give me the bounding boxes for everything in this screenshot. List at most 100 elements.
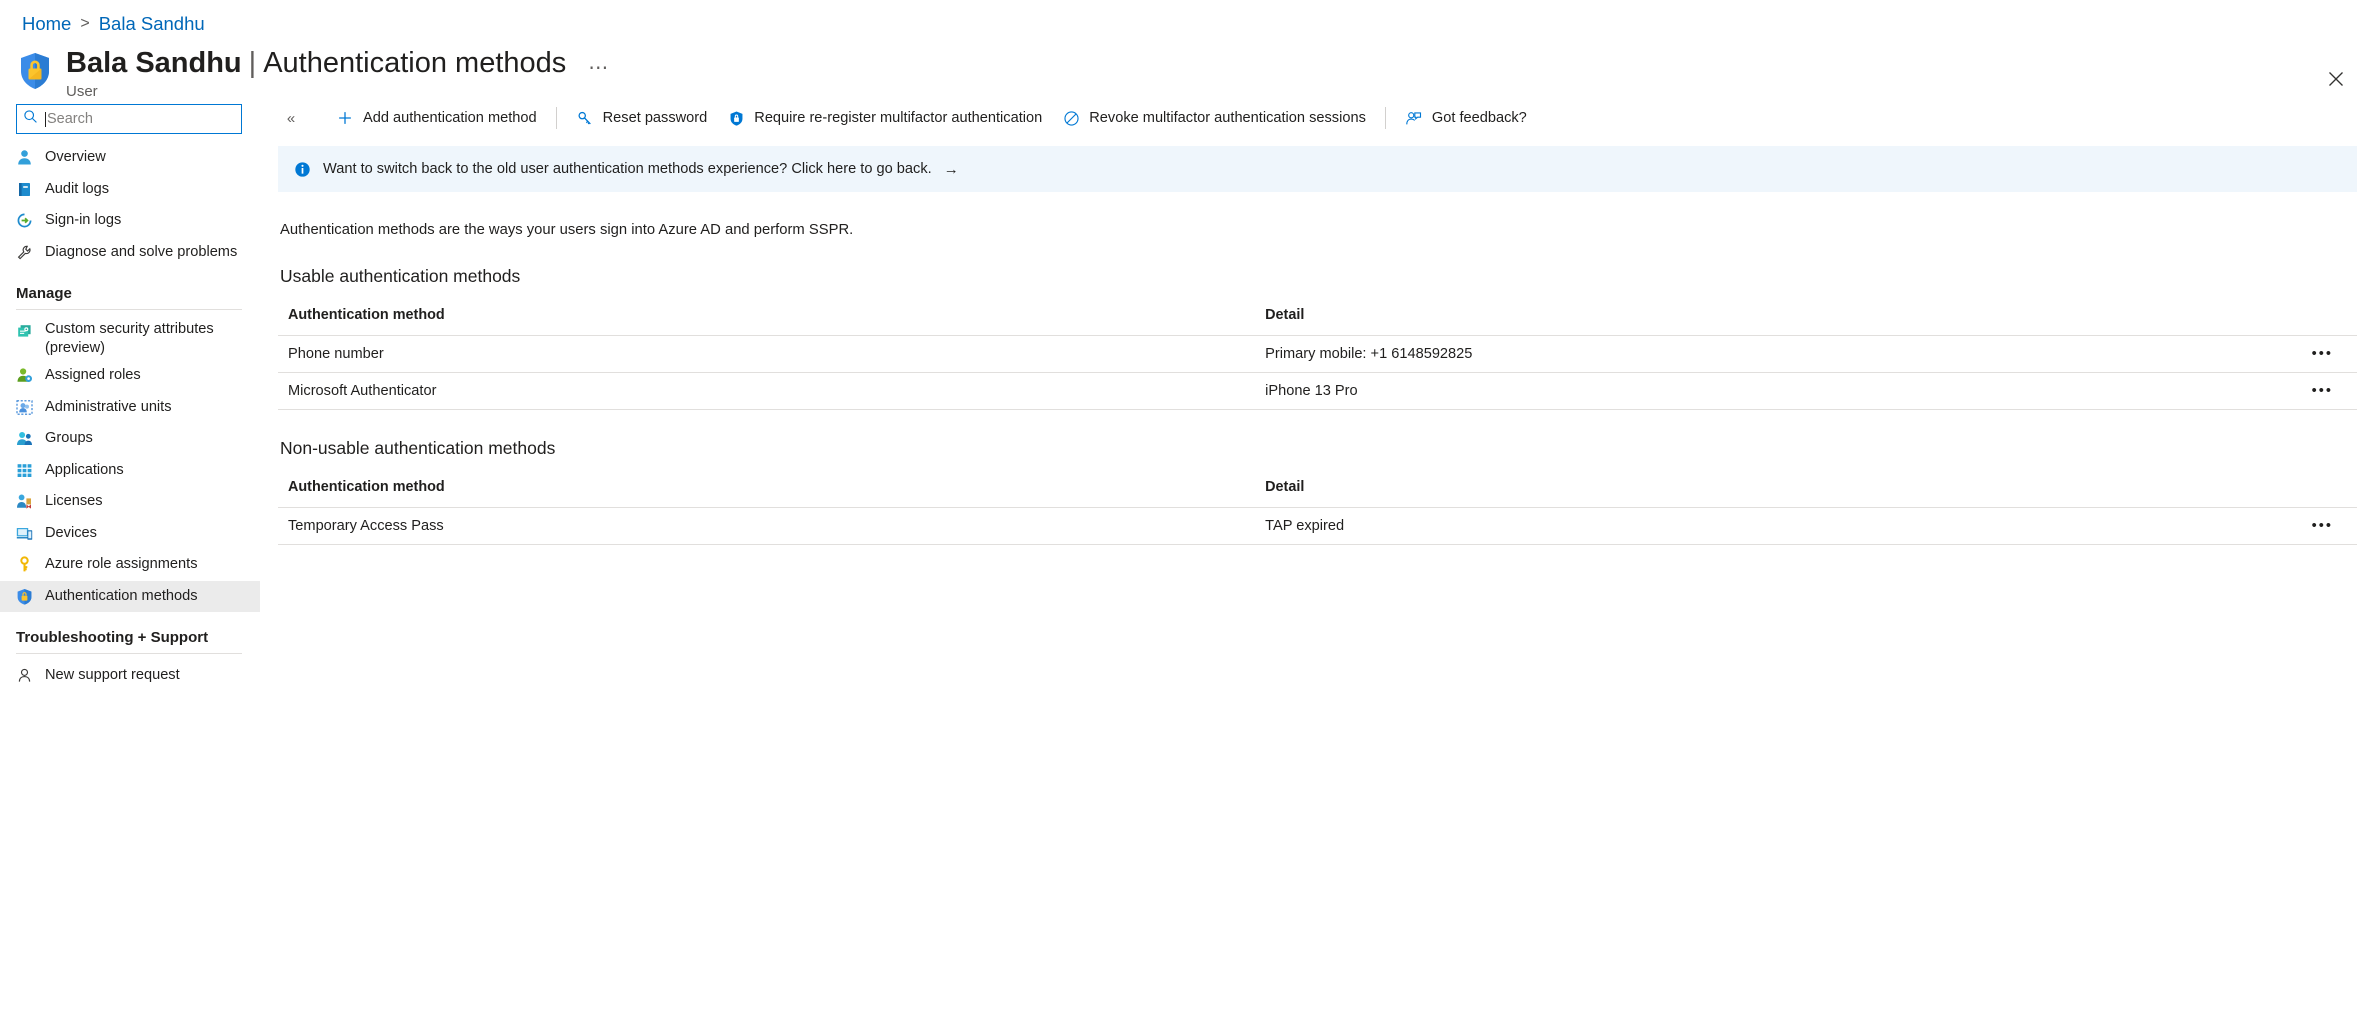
revoke-circle-slash-icon [1062,109,1080,127]
cell-method: Microsoft Authenticator [278,373,1255,410]
section-title-usable: Usable authentication methods [278,238,2379,287]
column-header-detail: Detail [1255,303,2232,336]
sidebar-item-custom-security-attributes[interactable]: Custom security attributes (preview) [0,316,260,360]
search-text-caret [45,112,46,127]
sidebar-item-assigned-roles[interactable]: Assigned roles [0,360,260,392]
sidebar-item-applications[interactable]: Applications [0,455,260,487]
sidebar-item-diagnose[interactable]: Diagnose and solve problems [0,237,260,269]
page-title-divider: | [249,47,257,79]
plus-icon [336,109,354,127]
breadcrumb-separator: > [80,15,89,33]
banner-arrow-icon[interactable]: → [944,161,959,178]
key-icon [576,109,594,127]
sidebar-item-administrative-units[interactable]: Administrative units [0,392,260,424]
sidebar-item-label: New support request [45,660,180,692]
table-row[interactable]: Temporary Access Pass TAP expired ••• [278,508,2357,545]
old-experience-banner[interactable]: Want to switch back to the old user auth… [278,146,2357,192]
sidebar-item-sign-in-logs[interactable]: Sign-in logs [0,205,260,237]
audit-logs-icon [16,181,33,198]
row-context-menu-button[interactable]: ••• [2232,336,2357,373]
page-title-user: Bala Sandhu [66,47,242,79]
column-header-actions [2232,475,2357,508]
devices-icon [16,525,33,542]
sidebar-item-overview[interactable]: Overview [0,142,260,174]
column-header-method: Authentication method [278,303,1255,336]
close-blade-button[interactable] [2319,62,2353,96]
sidebar-item-new-support-request[interactable]: New support request [0,660,260,692]
sidebar-item-label: Diagnose and solve problems [45,237,237,269]
sidebar-item-label: Authentication methods [45,581,198,613]
page-header: Bala Sandhu|Authentication methods User … [0,34,2379,96]
wrench-icon [16,244,33,261]
search-placeholder: Search [47,110,93,128]
support-person-icon [16,667,33,684]
custom-security-attributes-icon [16,323,33,340]
got-feedback-button[interactable]: Got feedback? [1395,101,1537,135]
sidebar: Search Overview [0,96,260,986]
sidebar-group-divider [16,653,242,654]
page-more-menu-button[interactable]: ⋯ [588,62,609,74]
sidebar-item-label: Sign-in logs [45,205,121,237]
revoke-mfa-sessions-button[interactable]: Revoke multifactor authentication sessio… [1052,101,1376,135]
key-icon [16,556,33,573]
sidebar-item-licenses[interactable]: Licenses [0,486,260,518]
row-context-menu-button[interactable]: ••• [2232,373,2357,410]
row-context-menu-button[interactable]: ••• [2232,508,2357,545]
sidebar-item-label: Audit logs [45,174,109,206]
add-authentication-method-button[interactable]: Add authentication method [326,101,547,135]
breadcrumb: Home > Bala Sandhu [0,0,2379,34]
page-title-block: Bala Sandhu|Authentication methods User [66,46,566,101]
sidebar-group-title: Troubleshooting + Support [16,629,242,653]
table-row[interactable]: Microsoft Authenticator iPhone 13 Pro ••… [278,373,2357,410]
command-label: Got feedback? [1432,110,1527,126]
shield-lock-icon [727,109,745,127]
sidebar-item-audit-logs[interactable]: Audit logs [0,174,260,206]
sidebar-item-label: Administrative units [45,392,172,424]
info-icon [294,161,312,178]
sidebar-item-groups[interactable]: Groups [0,423,260,455]
cell-detail: Primary mobile: +1 6148592825 [1255,336,2232,373]
sidebar-item-label: Applications [45,455,124,487]
cell-detail: iPhone 13 Pro [1255,373,2232,410]
sidebar-item-authentication-methods[interactable]: Authentication methods [0,581,260,613]
column-header-actions [2232,303,2357,336]
collapse-sidebar-button[interactable]: « [278,105,304,131]
sidebar-item-azure-role-assignments[interactable]: Azure role assignments [0,549,260,581]
command-label: Require re-register multifactor authenti… [754,110,1042,126]
sidebar-item-label: Devices [45,518,97,550]
page-title: Bala Sandhu|Authentication methods [66,46,566,80]
page-subtitle: User [66,83,566,101]
sidebar-item-label: Custom security attributes (preview) [45,320,260,358]
sidebar-group-title: Manage [16,285,242,309]
sidebar-item-label: Overview [45,142,106,174]
close-icon [2328,71,2344,87]
administrative-units-icon [16,399,33,416]
shield-lock-icon [18,51,52,91]
command-bar: « Add authentication method Reset [278,96,2379,140]
feedback-person-icon [1405,109,1423,127]
section-title-non-usable: Non-usable authentication methods [278,410,2379,459]
overview-user-icon [16,149,33,166]
main-content: « Add authentication method Reset [260,96,2379,986]
command-label: Reset password [603,110,708,126]
require-reregister-mfa-button[interactable]: Require re-register multifactor authenti… [717,101,1052,135]
sidebar-group-manage: Manage [0,285,260,310]
shield-lock-icon [16,588,33,605]
table-row[interactable]: Phone number Primary mobile: +1 61485928… [278,336,2357,373]
sidebar-manage-nav: Custom security attributes (preview) Ass… [0,316,260,612]
sidebar-item-label: Licenses [45,486,103,518]
applications-grid-icon [16,462,33,479]
cell-detail: TAP expired [1255,508,2232,545]
command-divider [1385,107,1386,129]
breadcrumb-home-link[interactable]: Home [22,13,71,35]
sidebar-item-devices[interactable]: Devices [0,518,260,550]
banner-text: Want to switch back to the old user auth… [323,161,932,177]
groups-icon [16,430,33,447]
page-title-section: Authentication methods [263,47,566,79]
sign-in-logs-icon [16,212,33,229]
search-input[interactable]: Search [16,104,242,134]
breadcrumb-current-link[interactable]: Bala Sandhu [99,13,205,35]
reset-password-button[interactable]: Reset password [566,101,718,135]
search-icon [23,109,41,129]
table-header-row: Authentication method Detail [278,303,2357,336]
